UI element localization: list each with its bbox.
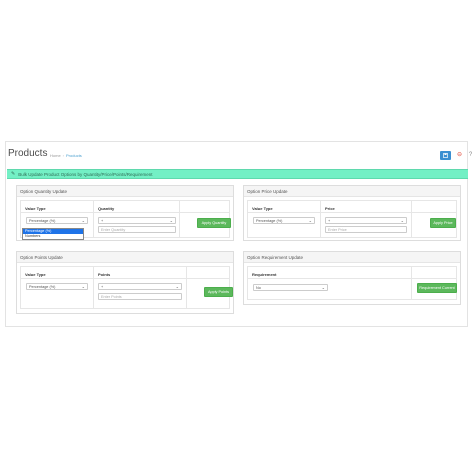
panel-heading: ✎ Bulk Update Product Options by Quantit…	[7, 169, 468, 179]
price-operator-select[interactable]: + ⌄	[325, 217, 407, 224]
page-title: Products	[8, 148, 48, 159]
points-input-placeholder: Enter Points	[101, 294, 122, 299]
price-operator-value: +	[328, 218, 331, 223]
breadcrumb-separator: ›	[62, 153, 65, 158]
points-col-points: Points	[98, 272, 111, 277]
divider	[248, 212, 456, 213]
divider	[320, 201, 321, 237]
divider	[411, 201, 412, 237]
requirement-current-button[interactable]: Requirement Current	[417, 283, 457, 293]
points-operator-select[interactable]: + ⌄	[98, 283, 182, 290]
apply-price-label: Apply Price	[433, 221, 453, 225]
divider	[93, 201, 94, 237]
quantity-col-value-type: Value Type	[25, 206, 46, 211]
divider	[21, 212, 229, 213]
requirement-value: No	[256, 285, 261, 290]
requirement-box-title: Option Requirement Update	[244, 252, 460, 263]
breadcrumb: Home › Products	[50, 153, 82, 158]
price-col-value-type: Value Type	[252, 206, 273, 211]
points-operator-value: +	[101, 284, 104, 289]
chevron-down-icon: ⌄	[81, 218, 85, 223]
price-input[interactable]: Enter Price	[325, 226, 407, 233]
points-box-title: Option Points Update	[17, 252, 233, 263]
close-icon: ⊖	[456, 152, 463, 158]
apply-price-button[interactable]: Apply Price	[430, 218, 456, 228]
divider	[411, 267, 412, 299]
quantity-value-type-select[interactable]: Percentage (%) ⌄	[26, 217, 88, 224]
apply-quantity-button[interactable]: Apply Quantity	[197, 218, 231, 228]
save-button[interactable]	[440, 151, 451, 160]
quantity-operator-value: +	[101, 218, 104, 223]
save-icon	[443, 153, 448, 158]
points-value-type-select[interactable]: Percentage (%) ⌄	[26, 283, 88, 290]
price-box-title: Option Price Update	[244, 186, 460, 197]
price-update-box: Option Price Update Value Type Price Per…	[243, 185, 461, 241]
quantity-box-title: Option Quantity Update	[17, 186, 233, 197]
points-input[interactable]: Enter Points	[98, 293, 182, 300]
quantity-col-quantity: Quantity	[98, 206, 115, 211]
panel-heading-text: Bulk Update Product Options by Quantity/…	[18, 171, 153, 177]
price-col-price: Price	[325, 206, 335, 211]
price-value-type-value: Percentage (%)	[256, 218, 283, 223]
requirement-update-box: Option Requirement Update Requirement No…	[243, 251, 461, 305]
divider	[93, 267, 94, 308]
breadcrumb-home[interactable]: Home	[50, 153, 61, 158]
points-value-type-value: Percentage (%)	[29, 284, 56, 289]
quantity-value-type-value: Percentage (%)	[29, 218, 56, 223]
price-value-type-select[interactable]: Percentage (%) ⌄	[253, 217, 315, 224]
quantity-input-placeholder: Enter Quantity	[101, 227, 126, 232]
help-icon: ?	[468, 152, 473, 158]
breadcrumb-products[interactable]: Products	[66, 153, 82, 158]
points-col-value-type: Value Type	[25, 272, 46, 277]
points-update-box: Option Points Update Value Type Points P…	[16, 251, 234, 314]
chevron-down-icon: ⌄	[321, 285, 325, 290]
requirement-col-requirement: Requirement	[252, 272, 277, 277]
quantity-operator-select[interactable]: + ⌄	[98, 217, 176, 224]
page-header: Products Home › Products ⊖ ?	[6, 142, 472, 167]
chevron-down-icon: ⌄	[175, 284, 179, 289]
requirement-table: Requirement No ⌄ Requirement Current	[247, 266, 457, 300]
quantity-input[interactable]: Enter Quantity	[98, 226, 176, 233]
dropdown-option-numbers[interactable]: Numbers	[23, 234, 83, 239]
value-type-dropdown-list: Percentage (%) Numbers	[22, 228, 84, 240]
chevron-down-icon: ⌄	[308, 218, 312, 223]
divider	[248, 278, 456, 279]
divider	[21, 278, 229, 279]
chevron-down-icon: ⌄	[81, 284, 85, 289]
help-button[interactable]: ?	[465, 151, 474, 160]
close-button[interactable]: ⊖	[454, 151, 465, 160]
points-table: Value Type Points Percentage (%) ⌄ + ⌄ Ent…	[20, 266, 233, 309]
price-table: Value Type Price Percentage (%) ⌄ + ⌄ Ente…	[247, 200, 457, 238]
chevron-down-icon: ⌄	[400, 218, 404, 223]
apply-points-label: Apply Points	[207, 290, 230, 294]
requirement-current-label: Requirement Current	[419, 286, 455, 290]
chevron-down-icon: ⌄	[169, 218, 173, 223]
divider	[186, 267, 187, 308]
apply-quantity-label: Apply Quantity	[201, 221, 227, 225]
divider	[179, 201, 180, 237]
apply-points-button[interactable]: Apply Points	[204, 287, 233, 297]
requirement-select[interactable]: No ⌄	[253, 284, 328, 291]
pencil-icon: ✎	[11, 171, 16, 177]
price-input-placeholder: Enter Price	[328, 227, 347, 232]
